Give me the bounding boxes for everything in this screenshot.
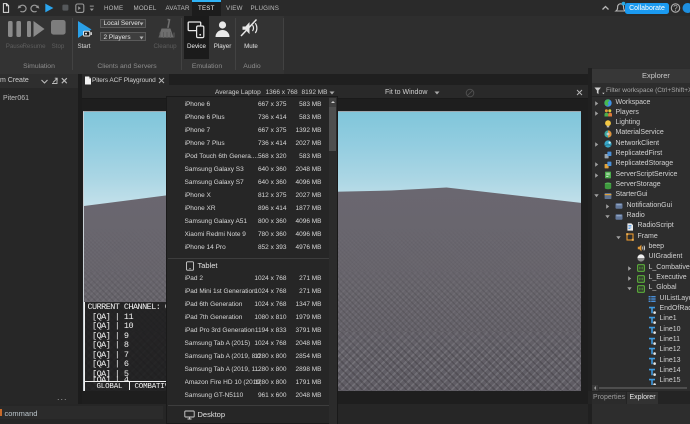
svg-text:?: ? — [673, 4, 678, 13]
